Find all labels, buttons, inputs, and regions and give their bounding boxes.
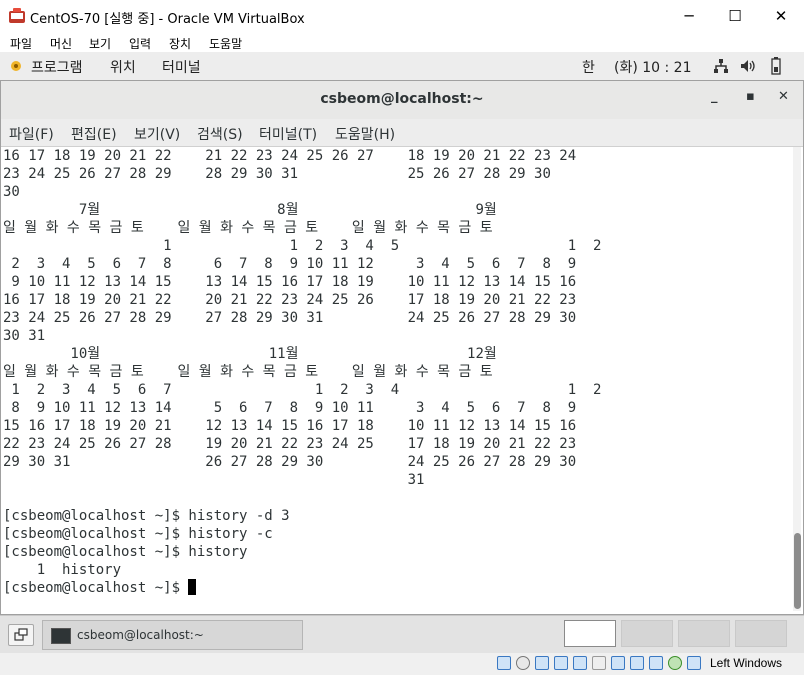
terminal-line: 8 9 10 11 12 13 14 5 6 7 8 9 10 11 3 4 5…: [3, 400, 577, 416]
virtualbox-logo-icon: [9, 8, 25, 23]
terminal-minimize-button[interactable]: _: [711, 89, 718, 104]
vbox-titlebar: CentOS-70 [실행 중] - Oracle VM VirtualBox …: [0, 0, 804, 33]
terminal-window: csbeom@localhost:~ _ ▪ ✕ 파일(F) 편집(E) 보기(…: [0, 80, 804, 615]
workspace-4[interactable]: [735, 620, 787, 647]
terminal-line: [csbeom@localhost ~]$ history: [3, 544, 248, 560]
maximize-button[interactable]: ☐: [712, 0, 758, 32]
terminal-header: csbeom@localhost:~ _ ▪ ✕: [1, 81, 803, 120]
usb-icon[interactable]: [573, 656, 587, 670]
bottom-taskbar: csbeom@localhost:~: [0, 615, 804, 654]
terminal-menu-terminal[interactable]: 터미널(T): [259, 124, 317, 144]
workspace-2[interactable]: [621, 620, 673, 647]
terminal-output[interactable]: 16 17 18 19 20 21 22 21 22 23 24 25 26 2…: [3, 147, 789, 611]
terminal-menubar: 파일(F) 편집(E) 보기(V) 검색(S) 터미널(T) 도움말(H): [1, 119, 803, 147]
window-title: CentOS-70 [실행 중] - Oracle VM VirtualBox: [30, 12, 305, 27]
terminal-line: 일 월 화 수 목 금 토 일 월 화 수 목 금 토 일 월 화 수 목 금 …: [3, 220, 493, 236]
terminal-close-button[interactable]: ✕: [778, 89, 789, 104]
minimize-button[interactable]: ─: [666, 0, 712, 32]
display-icon[interactable]: [611, 656, 625, 670]
terminal-line: [csbeom@localhost ~]$ history -c: [3, 526, 273, 542]
terminal-menu-file[interactable]: 파일(F): [9, 124, 54, 144]
terminal-line: 23 24 25 26 27 28 29 27 28 29 30 31 24 2…: [3, 310, 577, 326]
menu-help[interactable]: 도움말: [209, 35, 242, 52]
menu-file[interactable]: 파일: [10, 35, 32, 52]
menu-machine[interactable]: 머신: [50, 35, 72, 52]
close-button[interactable]: ✕: [758, 0, 804, 32]
terminal-line: 1 2 3 4 5 6 7 1 2 3 4 1 2: [3, 382, 602, 398]
host-key-label: Left Windows: [709, 656, 782, 670]
terminal-menu-edit[interactable]: 편집(E): [71, 124, 117, 144]
terminal-prompt: [csbeom@localhost ~]$: [3, 580, 189, 596]
terminal-menu-help[interactable]: 도움말(H): [335, 124, 395, 144]
terminal-line: 22 23 24 25 26 27 28 19 20 21 22 23 24 2…: [3, 436, 577, 452]
terminal-line: 10월 11월 12월: [3, 346, 497, 362]
terminal-text: 16 17 18 19 20 21 22 21 22 23 24 25 26 2…: [3, 147, 789, 579]
terminal-line: [csbeom@localhost ~]$ history -d 3: [3, 508, 290, 524]
menu-view[interactable]: 보기: [89, 35, 111, 52]
virtualization-icon[interactable]: [649, 656, 663, 670]
terminal-line: 23 24 25 26 27 28 29 28 29 30 31 25 26 2…: [3, 166, 551, 182]
terminal-menu-search[interactable]: 검색(S): [197, 124, 243, 144]
terminal-line: 31: [3, 472, 425, 488]
clock[interactable]: (화) 10 : 21: [614, 57, 692, 77]
terminal-line: 일 월 화 수 목 금 토 일 월 화 수 목 금 토 일 월 화 수 목 금 …: [3, 364, 493, 380]
terminal-line: 7월 8월 9월: [3, 202, 497, 218]
gnome-top-bar: 프로그램 위치 터미널 한 (화) 10 : 21: [0, 52, 804, 81]
terminal-line: 29 30 31 26 27 28 29 30 24 25 26 27 28 2…: [3, 454, 577, 470]
guest-additions-icon[interactable]: [668, 656, 682, 670]
video-capture-icon[interactable]: [630, 656, 644, 670]
terminal-maximize-button[interactable]: ▪: [746, 89, 755, 104]
terminal-scrollbar-thumb[interactable]: [794, 533, 801, 609]
network-adapter-icon[interactable]: [554, 656, 568, 670]
terminal-line: 16 17 18 19 20 21 22 21 22 23 24 25 26 2…: [3, 148, 577, 164]
applications-icon: [11, 61, 21, 71]
terminal-line: 1 1 2 3 4 5 1 2: [3, 238, 602, 254]
vbox-statusbar: Left Windows: [0, 653, 804, 675]
terminal-menu-view[interactable]: 보기(V): [134, 124, 180, 144]
show-desktop-button[interactable]: [8, 624, 34, 646]
menu-devices[interactable]: 장치: [169, 35, 191, 52]
terminal-app-menu[interactable]: 터미널: [162, 57, 201, 77]
audio-icon[interactable]: [535, 656, 549, 670]
terminal-prompt-line[interactable]: [csbeom@localhost ~]$: [3, 579, 789, 597]
network-icon[interactable]: [713, 58, 729, 74]
terminal-line: 9 10 11 12 13 14 15 13 14 15 16 17 18 19…: [3, 274, 577, 290]
hard-disk-icon[interactable]: [497, 656, 511, 670]
applications-menu[interactable]: 프로그램: [31, 57, 83, 77]
terminal-line: 30: [3, 184, 20, 200]
menu-input[interactable]: 입력: [129, 35, 151, 52]
shared-folders-icon[interactable]: [592, 656, 606, 670]
volume-icon[interactable]: [740, 58, 756, 74]
optical-drive-icon[interactable]: [516, 656, 530, 670]
terminal-line: 15 16 17 18 19 20 21 12 13 14 15 16 17 1…: [3, 418, 577, 434]
taskbar-item-label: csbeom@localhost:~: [77, 628, 204, 642]
taskbar-item-terminal[interactable]: csbeom@localhost:~: [42, 620, 303, 650]
workspace-3[interactable]: [678, 620, 730, 647]
places-menu[interactable]: 위치: [110, 57, 136, 77]
terminal-icon: [51, 628, 71, 644]
text-cursor: [188, 579, 197, 595]
terminal-line: 2 3 4 5 6 7 8 6 7 8 9 10 11 12 3 4 5 6 7…: [3, 256, 577, 272]
vbox-menubar: 파일 머신 보기 입력 장치 도움말: [0, 32, 804, 52]
mouse-integration-icon[interactable]: [687, 656, 701, 670]
input-method-indicator[interactable]: 한: [582, 57, 595, 77]
terminal-line: 30 31: [3, 328, 46, 344]
show-desktop-icon: [14, 628, 28, 641]
battery-icon[interactable]: [771, 57, 781, 75]
terminal-title: csbeom@localhost:~: [320, 91, 484, 107]
workspace-1[interactable]: [564, 620, 616, 647]
terminal-line: 1 history: [3, 562, 122, 578]
terminal-line: 16 17 18 19 20 21 22 20 21 22 23 24 25 2…: [3, 292, 577, 308]
